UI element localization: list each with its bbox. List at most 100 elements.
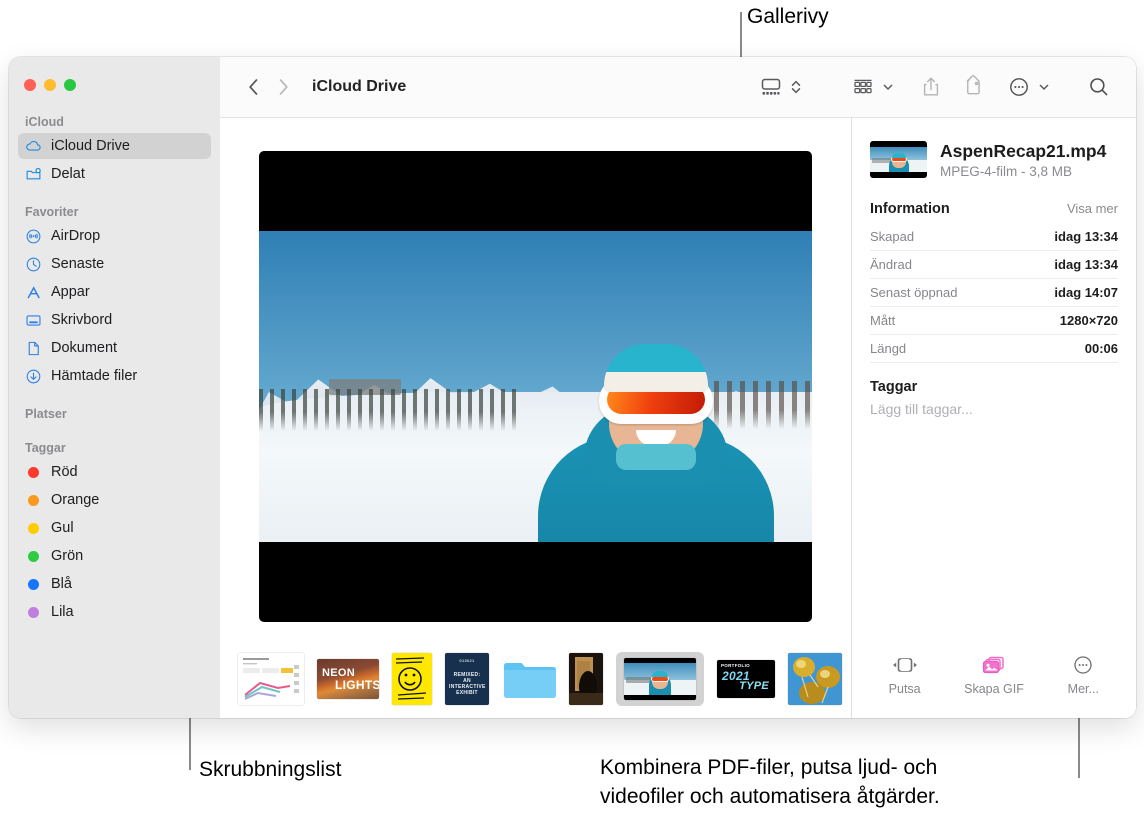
more-action-button[interactable]: Mer...: [1044, 655, 1122, 696]
list-item[interactable]: PORTFOLIO 2021 TYPE: [717, 653, 775, 705]
chevron-down-icon[interactable]: [1036, 81, 1052, 93]
sidebar-item-tag-orange[interactable]: Orange: [18, 487, 211, 513]
show-more-link[interactable]: Visa mer: [1067, 201, 1118, 216]
sidebar-item-label: Senaste: [51, 256, 105, 272]
gallery-view-icon[interactable]: [754, 72, 788, 102]
group-by-icon[interactable]: [846, 72, 880, 102]
table-row: Ändrad idag 13:34: [870, 251, 1118, 279]
view-stepper-icon[interactable]: [788, 77, 804, 97]
information-header: Information Visa mer: [870, 201, 1118, 217]
close-button[interactable]: [24, 79, 36, 91]
file-meta: MPEG-4-film - 3,8 MB: [940, 164, 1073, 179]
callout-scrubber-label: Skrubbningslist: [199, 758, 342, 781]
downloads-icon: [25, 368, 42, 385]
sidebar-item-label: Dokument: [51, 340, 118, 356]
sidebar-item-tag-bla[interactable]: Blå: [18, 571, 211, 597]
information-title: Information: [870, 201, 950, 217]
sidebar-item-appar[interactable]: Appar: [18, 279, 211, 305]
apps-icon: [25, 284, 42, 301]
list-item-selected[interactable]: [616, 652, 704, 706]
forward-button[interactable]: [268, 72, 298, 102]
list-item[interactable]: NEON LIGHTS: [317, 653, 379, 705]
sidebar-group-icloud: iCloud Drive Delat: [9, 133, 220, 187]
list-item[interactable]: 013021 REMIXED: AN INTERACTIVE EXHIBIT: [445, 653, 489, 705]
document-icon: [25, 340, 42, 357]
sidebar-item-airdrop[interactable]: AirDrop: [18, 223, 211, 249]
zoom-button[interactable]: [64, 79, 76, 91]
sidebar-item-tag-gron[interactable]: Grön: [18, 543, 211, 569]
list-item[interactable]: [238, 653, 304, 705]
sidebar-item-label: Röd: [51, 464, 78, 480]
aspen-recap-video-preview[interactable]: [259, 150, 812, 622]
search-icon[interactable]: [1082, 72, 1116, 102]
scrubbing-bar[interactable]: NEON LIGHTS 013021 REMIXED: AN INTERACTI…: [220, 640, 851, 718]
row-key: Skapad: [870, 229, 915, 244]
file-name: AspenRecap21.mp4: [940, 141, 1107, 161]
cloud-icon: [25, 138, 42, 155]
folder-thumb: [502, 657, 556, 701]
sidebar-group-taggar: Röd Orange Gul Grön Blå Lila: [9, 459, 220, 625]
action-label: Mer...: [1067, 681, 1099, 696]
info-panel: AspenRecap21.mp4 MPEG-4-film - 3,8 MB In…: [851, 118, 1136, 718]
create-gif-action-button[interactable]: Skapa GIF: [955, 655, 1033, 696]
sidebar-item-tag-gul[interactable]: Gul: [18, 515, 211, 541]
sidebar-item-label: Blå: [51, 576, 72, 592]
more-circle-icon: [1072, 655, 1094, 675]
trim-icon: [891, 655, 919, 675]
thumb-label: 013021: [459, 658, 475, 663]
finder-window: iCloud iCloud Drive Delat Favoriter AirD…: [9, 57, 1136, 718]
dark-photo-thumb: [569, 653, 603, 705]
main-split: NEON LIGHTS 013021 REMIXED: AN INTERACTI…: [220, 118, 1136, 718]
path-title: iCloud Drive: [312, 78, 407, 95]
view-controls: [754, 72, 804, 102]
action-label: Skapa GIF: [964, 681, 1024, 696]
row-key: Längd: [870, 341, 907, 356]
share-icon[interactable]: [914, 72, 948, 102]
neon-lights-poster-thumb: NEON LIGHTS: [317, 659, 379, 699]
sidebar-item-skrivbord[interactable]: Skrivbord: [18, 307, 211, 333]
sidebar-item-delat[interactable]: Delat: [18, 161, 211, 187]
list-item[interactable]: [502, 653, 556, 705]
sidebar-item-tag-rod[interactable]: Röd: [18, 459, 211, 485]
thumb-label: LIGHTS: [335, 678, 379, 692]
skier-subject: [506, 292, 806, 542]
sidebar-item-senaste[interactable]: Senaste: [18, 251, 211, 277]
sidebar-section-favoriter: Favoriter: [25, 205, 79, 219]
video-frame-content: [259, 230, 812, 542]
row-value: idag 13:34: [1054, 257, 1118, 272]
minimize-button[interactable]: [44, 79, 56, 91]
sidebar-item-label: Orange: [51, 492, 100, 508]
list-item[interactable]: [392, 653, 432, 705]
table-row: Längd 00:06: [870, 335, 1118, 363]
content-area: iCloud Drive NEON LIGHTS 013021 REMIXED:…: [220, 57, 1136, 718]
tag-dot-icon: [25, 492, 42, 509]
preview-area: [220, 118, 851, 640]
back-button[interactable]: [238, 72, 268, 102]
row-value: idag 13:34: [1054, 229, 1118, 244]
skier-beanie: [603, 343, 708, 392]
sidebar-item-label: Skrivbord: [51, 312, 113, 328]
exhibit-poster-thumb: 013021 REMIXED: AN INTERACTIVE EXHIBIT: [445, 653, 489, 705]
trim-action-button[interactable]: Putsa: [866, 655, 944, 696]
more-circle-icon[interactable]: [1002, 72, 1036, 102]
gallery-pane: NEON LIGHTS 013021 REMIXED: AN INTERACTI…: [220, 118, 851, 718]
sidebar: iCloud iCloud Drive Delat Favoriter AirD…: [9, 57, 220, 718]
sidebar-item-icloud-drive[interactable]: iCloud Drive: [18, 133, 211, 159]
quick-actions: Putsa Skapa GIF Mer...: [852, 636, 1136, 718]
beanie-band: [603, 371, 708, 392]
tag-icon[interactable]: [956, 72, 990, 102]
list-item[interactable]: [788, 653, 842, 705]
chevron-down-icon[interactable]: [880, 81, 896, 93]
list-item[interactable]: [569, 653, 603, 705]
sidebar-item-dokument[interactable]: Dokument: [18, 335, 211, 361]
tags-input[interactable]: Lägg till taggar...: [870, 401, 1118, 417]
sidebar-item-tag-lila[interactable]: Lila: [18, 599, 211, 625]
sidebar-item-hamtade-filer[interactable]: Hämtade filer: [18, 363, 211, 389]
row-key: Senast öppnad: [870, 285, 958, 300]
file-header: AspenRecap21.mp4 MPEG-4-film - 3,8 MB: [870, 140, 1118, 179]
sidebar-section-icloud: iCloud: [25, 115, 64, 129]
thumb-label: PORTFOLIO: [721, 663, 750, 668]
sidebar-item-label: Gul: [51, 520, 74, 536]
sidebar-item-label: Grön: [51, 548, 84, 564]
sidebar-item-label: Lila: [51, 604, 74, 620]
